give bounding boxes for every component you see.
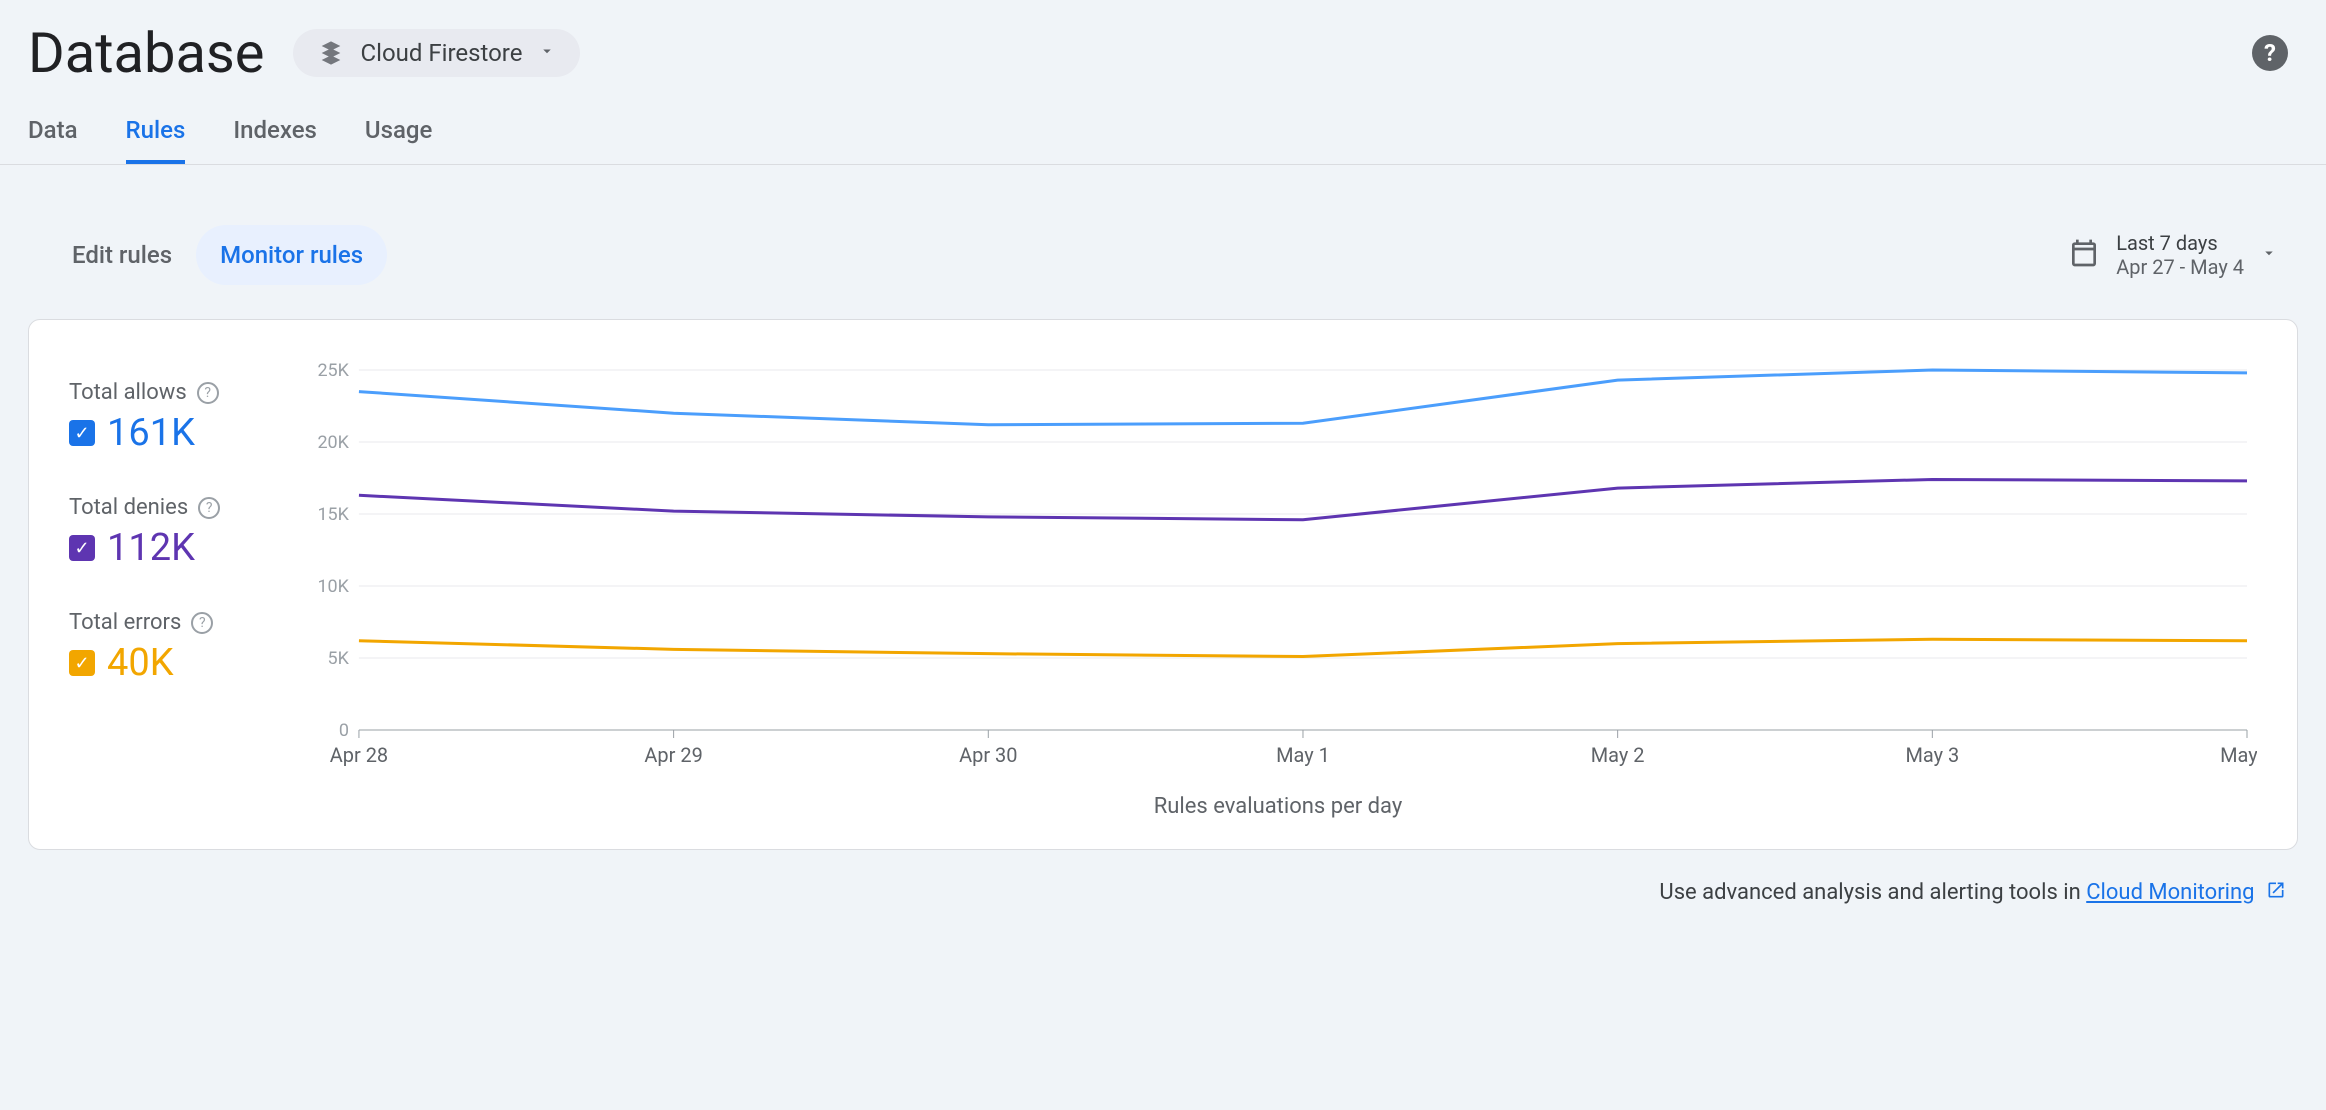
tab-rules[interactable]: Rules <box>126 116 186 164</box>
chevron-down-icon <box>2260 244 2278 266</box>
date-range-label: Last 7 days <box>2116 231 2244 255</box>
svg-text:0: 0 <box>339 720 349 741</box>
tab-data[interactable]: Data <box>28 116 78 164</box>
chart-card: Total allows ? ✓ 161K Total denies ? ✓ 1… <box>28 319 2298 850</box>
external-link-icon <box>2266 880 2286 906</box>
tab-usage[interactable]: Usage <box>365 116 432 164</box>
svg-text:May 3: May 3 <box>1905 743 1959 767</box>
svg-text:25K: 25K <box>317 360 349 381</box>
cloud-monitoring-link[interactable]: Cloud Monitoring <box>2086 880 2254 905</box>
legend-allows-label: Total allows <box>69 380 187 405</box>
legend-denies-label: Total denies <box>69 495 188 520</box>
svg-text:May 1: May 1 <box>1276 743 1330 767</box>
chevron-down-icon <box>538 42 556 64</box>
svg-text:May 2: May 2 <box>1591 743 1645 767</box>
subtab-monitor-rules[interactable]: Monitor rules <box>196 225 387 285</box>
svg-text:5K: 5K <box>328 648 350 669</box>
help-icon[interactable]: ? <box>191 612 213 634</box>
help-icon[interactable]: ? <box>198 497 220 519</box>
legend-denies-value: 112K <box>107 526 195 570</box>
legend-errors-checkbox[interactable]: ✓ <box>69 650 95 676</box>
footer-hint: Use advanced analysis and alerting tools… <box>0 850 2326 906</box>
rules-chart: 0 5K 10K 15K 20K 25K Apr 28 Apr 29 Apr 30 May 1 Ma… <box>299 360 2257 790</box>
legend-errors-value: 40K <box>107 641 174 685</box>
svg-text:Apr 29: Apr 29 <box>644 743 702 767</box>
footer-prefix: Use advanced analysis and alerting tools… <box>1659 880 2086 905</box>
database-selector-label: Cloud Firestore <box>361 39 523 67</box>
page-title: Database <box>28 20 265 86</box>
legend-denies-checkbox[interactable]: ✓ <box>69 535 95 561</box>
subtab-edit-rules[interactable]: Edit rules <box>48 225 196 285</box>
legend-item-errors: Total errors ? ✓ 40K <box>49 610 299 685</box>
legend-item-allows: Total allows ? ✓ 161K <box>49 380 299 455</box>
svg-text:10K: 10K <box>317 576 349 597</box>
svg-text:Apr 28: Apr 28 <box>330 743 388 767</box>
legend-allows-value: 161K <box>107 411 195 455</box>
calendar-icon <box>2068 237 2100 273</box>
main-tabs: Data Rules Indexes Usage <box>0 86 2326 165</box>
chart-x-label: Rules evaluations per day <box>299 794 2257 819</box>
help-icon[interactable]: ? <box>2252 35 2288 71</box>
legend-item-denies: Total denies ? ✓ 112K <box>49 495 299 570</box>
svg-text:May 4: May 4 <box>2220 743 2257 767</box>
svg-text:20K: 20K <box>317 432 349 453</box>
tab-indexes[interactable]: Indexes <box>233 116 317 164</box>
legend-allows-checkbox[interactable]: ✓ <box>69 420 95 446</box>
firestore-icon <box>317 39 345 67</box>
svg-text:15K: 15K <box>317 504 349 525</box>
date-range-picker[interactable]: Last 7 days Apr 27 - May 4 <box>2068 231 2278 279</box>
legend-errors-label: Total errors <box>69 610 181 635</box>
help-icon[interactable]: ? <box>197 382 219 404</box>
chart-legend: Total allows ? ✓ 161K Total denies ? ✓ 1… <box>49 360 299 819</box>
svg-text:Apr 30: Apr 30 <box>959 743 1017 767</box>
date-range-value: Apr 27 - May 4 <box>2116 255 2244 279</box>
database-selector-chip[interactable]: Cloud Firestore <box>293 29 581 77</box>
